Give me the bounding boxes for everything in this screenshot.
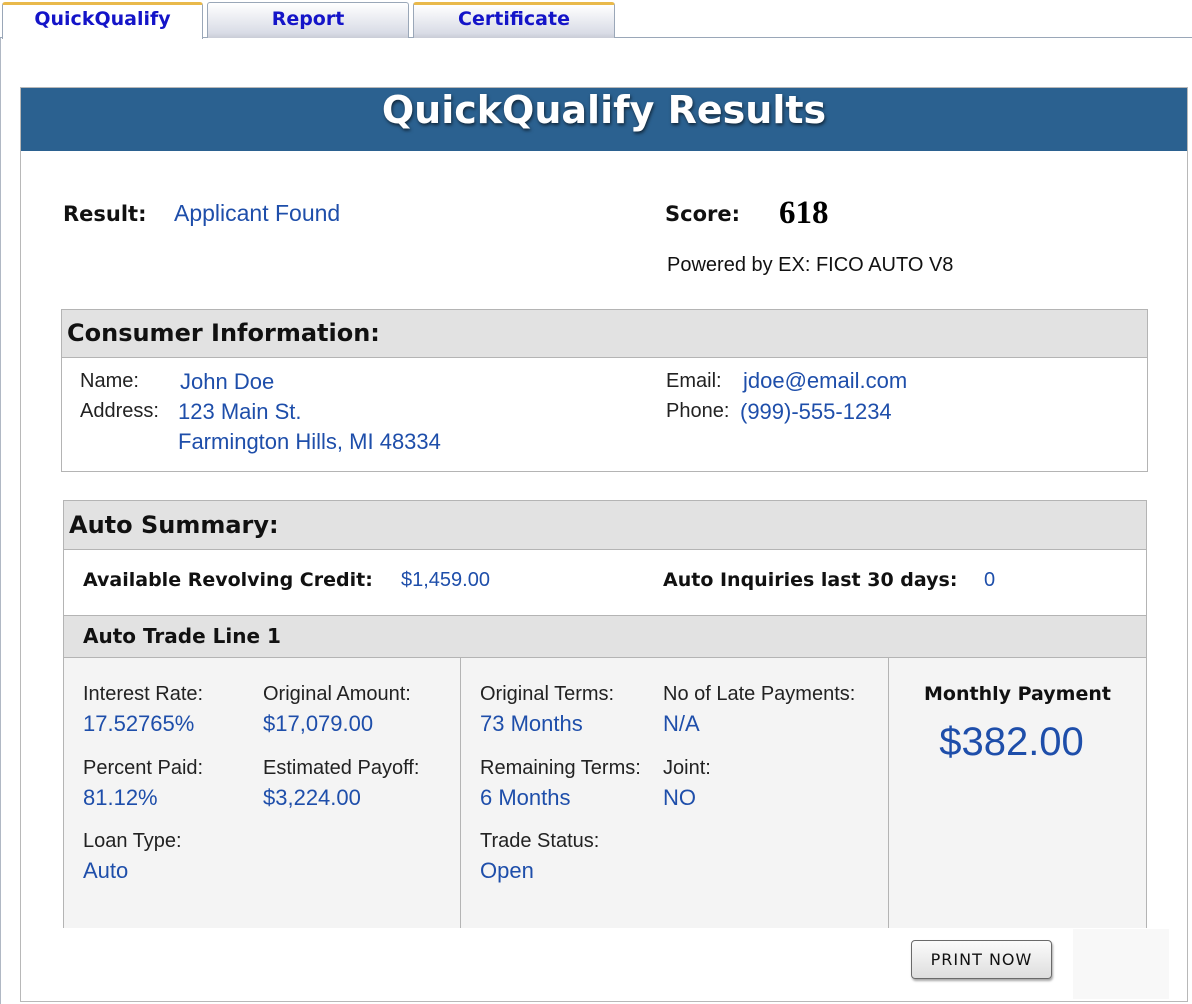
auto-inquiries-value: 0 [984,569,996,591]
consumer-info-heading: Consumer Information: [67,319,380,347]
result-label: Result: [63,202,147,226]
results-panel: QuickQualify Results Result: Applicant F… [20,87,1188,1002]
loan-type-label: Loan Type: [83,830,182,852]
auto-summary-section: Auto Summary: Available Revolving Credit… [63,500,1147,928]
auto-summary-header: Auto Summary: [64,501,1146,550]
address-line-2: Farmington Hills, MI 48334 [178,429,441,454]
tab-certificate[interactable]: Certificate [413,2,615,38]
trade-line-col-2: Original Terms: 73 Months No of Late Pay… [461,658,889,928]
email-value: jdoe@email.com [743,368,908,393]
result-value: Applicant Found [174,200,341,226]
email-label: Email: [666,370,722,392]
percent-paid-value: 81.12% [83,785,158,810]
name-label: Name: [80,370,139,392]
tab-quickqualify[interactable]: QuickQualify [2,2,203,39]
trade-line-heading: Auto Trade Line 1 [83,624,281,648]
estimated-payoff-value: $3,224.00 [263,785,361,810]
page-title: QuickQualify Results [381,88,827,132]
trade-line-col-1: Interest Rate: 17.52765% Original Amount… [64,658,461,928]
powered-by-text: Powered by EX: FICO AUTO V8 [667,254,954,276]
interest-rate-value: 17.52765% [83,711,195,736]
address-label: Address: [80,400,159,422]
trade-line-header: Auto Trade Line 1 [64,615,1146,658]
trade-status-value: Open [480,858,534,883]
frame-border [0,38,1,1004]
interest-rate-label: Interest Rate: [83,683,204,705]
results-banner: QuickQualify Results [21,88,1187,151]
loan-type-value: Auto [83,858,129,883]
trade-status-label: Trade Status: [480,830,600,852]
estimated-payoff-label: Estimated Payoff: [263,757,420,779]
monthly-payment-label: Monthly Payment [924,683,1111,705]
monthly-payment-value: $382.00 [939,720,1084,764]
revolving-credit-value: $1,459.00 [401,569,490,591]
blank-area [1073,929,1169,999]
joint-value: NO [663,785,696,810]
original-amount-value: $17,079.00 [263,711,374,736]
phone-value: (999)-555-1234 [740,399,892,424]
late-payments-label: No of Late Payments: [663,683,856,705]
original-amount-label: Original Amount: [263,683,411,705]
score-label: Score: [665,202,740,226]
original-terms-label: Original Terms: [480,683,615,705]
original-terms-value: 73 Months [480,711,583,736]
remaining-terms-label: Remaining Terms: [480,757,641,779]
print-now-button[interactable]: PRINT NOW [911,940,1052,979]
phone-label: Phone: [666,400,730,422]
remaining-terms-value: 6 Months [480,785,571,810]
joint-label: Joint: [663,757,711,779]
percent-paid-label: Percent Paid: [83,757,204,779]
tab-report[interactable]: Report [207,2,409,38]
tab-bar: QuickQualify Report Certificate [0,0,1192,39]
score-value: 618 [779,195,829,231]
auto-summary-heading: Auto Summary: [69,511,279,539]
late-payments-value: N/A [663,711,700,736]
consumer-info-section: Consumer Information: Name: John Doe Add… [61,309,1148,472]
auto-inquiries-label: Auto Inquiries last 30 days: [663,569,958,591]
name-value: John Doe [180,369,275,394]
revolving-credit-label: Available Revolving Credit: [83,569,373,591]
monthly-payment-box: Monthly Payment $382.00 [889,658,1146,928]
consumer-info-header: Consumer Information: [62,310,1147,358]
address-line-1: 123 Main St. [178,399,302,424]
